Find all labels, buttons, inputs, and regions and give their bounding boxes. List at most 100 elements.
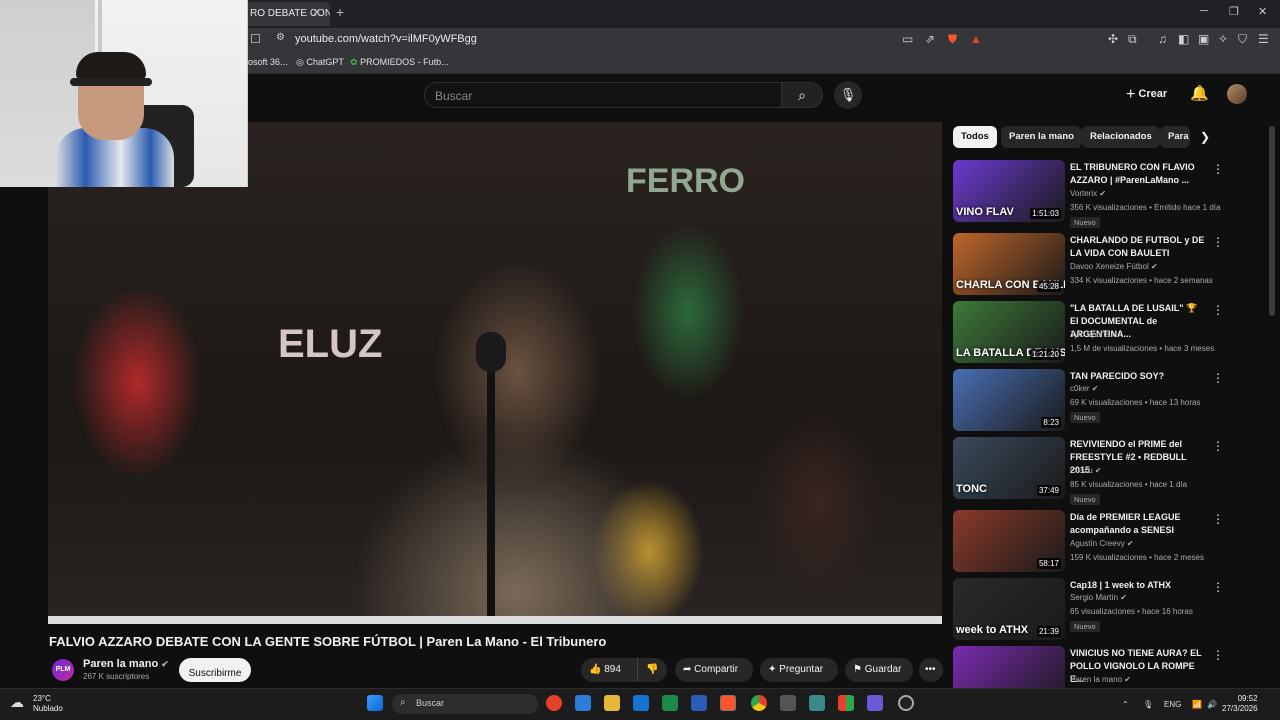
more-actions-button[interactable]: ••• [919,658,943,682]
like-button[interactable]: 👍 894 [581,658,637,682]
chip-relacionados[interactable]: Relacionados [1082,126,1160,148]
video-title-link[interactable]: TAN PARECIDO SOY? [1070,370,1208,383]
voice-search-button[interactable]: 🎙 [834,81,862,109]
microsoft-store-icon[interactable] [838,695,854,711]
bookmark-item[interactable]: ◎ ChatGPT [296,57,344,68]
app-icon[interactable] [809,695,825,711]
taskbar-search[interactable]: Buscar [392,694,538,714]
media-player-icon[interactable] [546,695,562,711]
save-button[interactable]: ⚑ Guardar [845,658,913,682]
video-thumbnail[interactable]: 8:23 [953,369,1065,431]
url-field[interactable]: youtube.com/watch?v=ilMF0yWFBgg [295,33,477,45]
excel-icon[interactable] [662,695,678,711]
channel-name[interactable]: Coscu ✔ [1070,466,1102,475]
minimize-icon[interactable]: ─ [1200,5,1208,17]
create-button[interactable]: + Crear [1126,86,1167,104]
tray-chevron-icon[interactable]: ⌃ [1122,700,1129,709]
channel-name[interactable]: Paren la mano ✔ [1070,675,1131,684]
chevron-right-icon[interactable]: ❯ [1200,130,1210,144]
vpn-icon[interactable]: ⛉ [1238,32,1247,47]
word-icon[interactable] [691,695,707,711]
bookmark-icon[interactable]: ☐ [250,32,261,46]
site-settings-icon[interactable]: ⚙ [276,32,285,43]
channel-name[interactable]: Paren la mano ✔ [83,658,169,670]
channel-name[interactable]: Davoo Xeneize Fútbol ✔ [1070,262,1158,271]
ask-button[interactable]: ✦ Preguntar [760,658,838,682]
menu-icon[interactable]: ☰ [1258,32,1269,46]
brave-browser-icon[interactable] [720,695,736,711]
screenshot-icon[interactable]: ⧉ [1128,32,1137,47]
close-tab-icon[interactable]: ✕ [312,6,321,19]
file-explorer-icon[interactable] [604,695,620,711]
steam-icon[interactable] [898,695,914,711]
more-options-icon[interactable]: ⋮ [1212,439,1224,453]
video-title: FALVIO AZZARO DEBATE CON LA GENTE SOBRE … [49,634,607,649]
channel-name[interactable]: Vorterix ✔ [1070,189,1106,198]
more-options-icon[interactable]: ⋮ [1212,235,1224,249]
chrome-icon[interactable] [751,695,767,711]
sidebar-icon[interactable]: ◧ [1178,32,1189,46]
wallet-icon[interactable]: ▣ [1198,32,1209,46]
channel-name[interactable]: Sergio Martín ✔ [1070,593,1127,602]
bookmark-item[interactable]: ✿ PROMIEDOS - Futb... [350,57,449,68]
search-button[interactable]: ⌕ [781,82,823,108]
channel-name[interactable]: TyC Sports ✔ [1070,330,1119,339]
share-button[interactable]: ➦ Compartir [675,658,753,682]
dislike-button[interactable]: 👎 [637,658,667,682]
wifi-icon[interactable]: 📶 [1192,700,1202,709]
tray-mic-icon[interactable]: 🎙 [1143,700,1153,709]
more-options-icon[interactable]: ⋮ [1212,580,1224,594]
channel-logo[interactable]: PLM [52,659,74,681]
media-icon[interactable]: ♫ [1158,32,1167,46]
more-options-icon[interactable]: ⋮ [1212,162,1224,176]
video-thumbnail[interactable]: 58:17 [953,510,1065,572]
weather-widget[interactable]: 23°C Nublado [33,694,63,714]
vscode-icon[interactable] [575,695,591,711]
video-title-link[interactable]: CHARLANDO DE FUTBOL y DE LA VIDA CON BAU… [1070,234,1208,260]
windows-start-icon[interactable] [367,695,383,711]
channel-name[interactable]: Agustín Creevy ✔ [1070,539,1134,548]
outlook-icon[interactable] [633,695,649,711]
mic-icon: 🎙 [839,87,857,102]
volume-icon[interactable]: 🔊 [1207,700,1217,709]
video-title-link[interactable]: Cap18 | 1 week to ATHX [1070,579,1208,592]
avatar[interactable] [1227,84,1247,104]
new-tab-icon[interactable]: + [336,4,344,20]
search-icon: ⌕ [798,87,806,103]
video-thumbnail[interactable]: VINO FLAV 1:51:03 [953,160,1065,222]
chip-todos[interactable]: Todos [953,126,997,148]
video-thumbnail[interactable]: LA BATALLA DE LUSAIL1:21:20 [953,301,1065,363]
bookmark-item[interactable]: osoft 36... [248,57,288,67]
subscribe-button[interactable]: Suscribirme [179,658,251,682]
video-thumbnail[interactable]: CHARLA CON BAULE 45:28 [953,233,1065,295]
notifications-bell-icon[interactable]: 🔔 [1190,84,1209,102]
extensions-icon[interactable]: ✣ [1108,32,1118,46]
cast-icon[interactable]: ▭ [902,32,913,46]
more-options-icon[interactable]: ⋮ [1212,303,1224,317]
teams-icon[interactable] [867,695,883,711]
channel-name[interactable]: c0ker ✔ [1070,384,1099,393]
video-player[interactable]: ELUZ FERRO [48,122,942,624]
more-options-icon[interactable]: ⋮ [1212,648,1224,662]
close-window-icon[interactable]: ✕ [1258,5,1267,18]
brave-shield-icon[interactable]: ⛊ [948,32,957,47]
sparkle-icon: ✦ [768,664,777,675]
share-page-icon[interactable]: ⇗ [925,32,935,46]
chip-para[interactable]: Para [1160,126,1190,148]
language-indicator[interactable]: ENG [1164,700,1181,709]
chip-paren-la-mano[interactable]: Paren la mano [1001,126,1082,148]
search-input[interactable]: Buscar [424,82,782,108]
scrollbar[interactable] [1269,126,1275,316]
more-options-icon[interactable]: ⋮ [1212,371,1224,385]
app-icon[interactable] [780,695,796,711]
video-thumbnail[interactable]: TONC 37:49 [953,437,1065,499]
video-thumbnail[interactable]: week to ATHX 21:39 [953,578,1065,640]
restore-icon[interactable]: ❐ [1229,5,1239,18]
video-title-link[interactable]: EL TRIBUNERO CON FLAVIO AZZARO | #ParenL… [1070,161,1208,187]
more-options-icon[interactable]: ⋮ [1212,512,1224,526]
video-title-link[interactable]: Día de PREMIER LEAGUE acompañando a SENE… [1070,511,1208,537]
video-duration: 58:17 [1036,558,1061,569]
brave-rewards-icon[interactable]: ▲ [970,32,982,46]
clock[interactable]: 09:52 27/3/2026 [1222,694,1258,714]
leo-ai-icon[interactable]: ✧ [1218,32,1228,46]
